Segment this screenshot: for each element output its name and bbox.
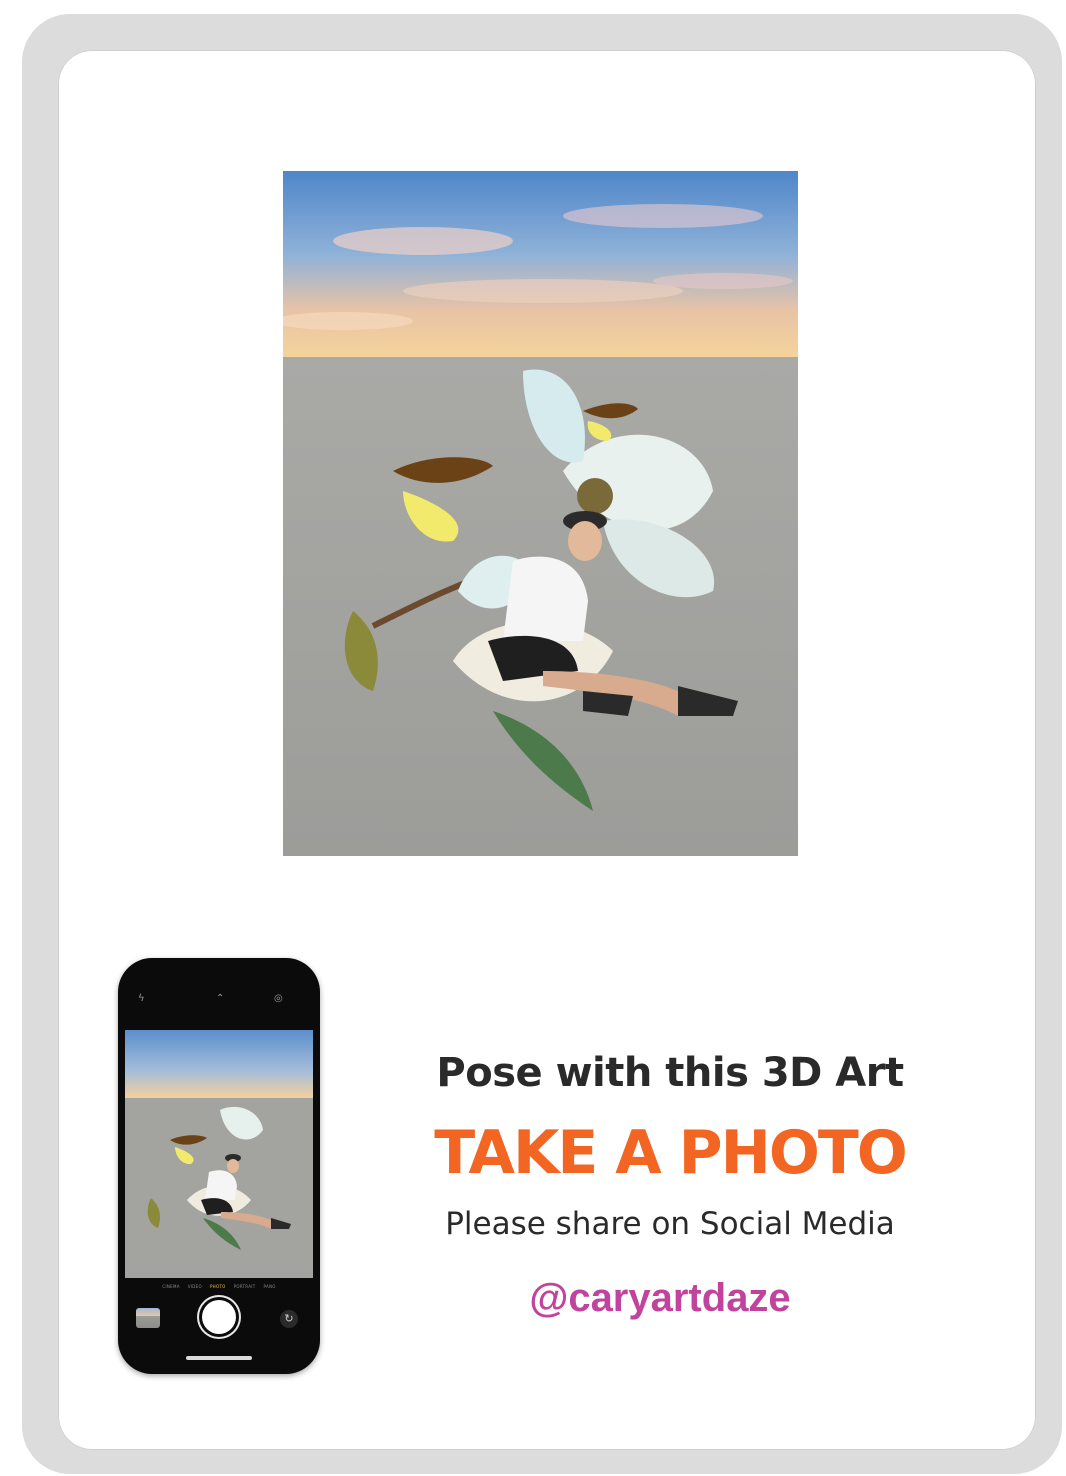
- art-image: [283, 171, 798, 856]
- chevron-up-icon: ⌃: [216, 993, 225, 1004]
- mode-photo[interactable]: PHOTO: [210, 1284, 226, 1294]
- mode-portrait[interactable]: PORTRAIT: [234, 1284, 256, 1294]
- headline: Pose with this 3D Art: [436, 1050, 904, 1096]
- gallery-thumbnail[interactable]: [136, 1308, 160, 1328]
- flash-icon: ϟ: [138, 993, 145, 1004]
- take-a-photo-heading: TAKE A PHOTO: [434, 1118, 908, 1188]
- mode-video[interactable]: VIDEO: [188, 1284, 202, 1294]
- shutter-button[interactable]: [202, 1300, 236, 1334]
- share-text: Please share on Social Media: [445, 1206, 895, 1242]
- mode-pano[interactable]: PANO: [263, 1284, 275, 1294]
- home-indicator: [186, 1356, 252, 1360]
- phone-mockup: ϟ ⌃ ◎ CINEMA VIDEO PHOTO PORTRAIT PANO ↻: [118, 958, 320, 1374]
- flip-camera-icon[interactable]: ↻: [280, 1310, 298, 1328]
- social-handle: @caryartdaze: [529, 1276, 791, 1320]
- camera-topbar: ϟ ⌃ ◎: [118, 988, 320, 1012]
- camera-mode-row: CINEMA VIDEO PHOTO PORTRAIT PANO: [118, 1284, 320, 1294]
- camera-preview: [125, 1030, 313, 1278]
- live-photo-icon: ◎: [274, 993, 283, 1004]
- mode-cinema[interactable]: CINEMA: [162, 1284, 179, 1294]
